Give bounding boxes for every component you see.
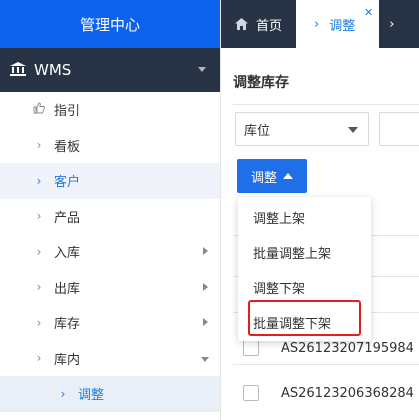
- sidebar-item-dashboard[interactable]: › 看板: [0, 128, 220, 164]
- tab-home[interactable]: 首页: [221, 0, 296, 48]
- chevron-right-icon: ›: [36, 138, 42, 153]
- brand-title: 管理中心: [0, 0, 220, 48]
- menu-item-adjust-put-away[interactable]: 调整上架: [238, 200, 371, 235]
- divider: [233, 104, 419, 105]
- adjust-button[interactable]: 调整: [237, 159, 307, 193]
- sidebar-item-label: 库内: [54, 352, 81, 368]
- location-select[interactable]: 库位: [235, 112, 369, 146]
- sidebar-item-label: 入库: [54, 246, 81, 262]
- row-checkbox[interactable]: [243, 385, 259, 401]
- chevron-down-icon: [348, 127, 358, 133]
- table-cell: AS26123206368284: [281, 385, 414, 401]
- chevron-right-icon: ›: [36, 280, 42, 295]
- sidebar: 管理中心 WMS 指引 › 看板 › 客户 › 产品 › 入库 › 出库 › 库…: [0, 0, 221, 420]
- select-value: 库位: [244, 123, 271, 139]
- main-panel: 调整库存 库位 调整 AS26123207195984 AS2612320636…: [221, 48, 419, 420]
- chevron-down-icon: [198, 67, 206, 72]
- tab-adjust[interactable]: › 调整 ✕: [296, 0, 380, 48]
- table-row[interactable]: AS26123206368284: [233, 375, 419, 411]
- sidebar-item-inventory[interactable]: › 库存: [0, 305, 220, 341]
- search-input[interactable]: [379, 112, 419, 146]
- menu-item-batch-adjust-put-away[interactable]: 批量调整上架: [238, 235, 371, 270]
- sidebar-item-label: 产品: [54, 210, 81, 226]
- table-cell: AS26123207195984: [281, 340, 414, 356]
- sidebar-item-product[interactable]: › 产品: [0, 199, 220, 235]
- module-selector[interactable]: WMS: [0, 48, 220, 92]
- chevron-right-icon: ›: [60, 386, 66, 401]
- sidebar-item-label: 库存: [54, 317, 81, 333]
- tab-bar: 首页 › 调整 ✕ ›: [221, 0, 419, 48]
- chevron-right-icon: ›: [36, 315, 42, 330]
- caret-up-icon: [283, 173, 293, 179]
- sidebar-item-label: 客户: [54, 175, 81, 191]
- sidebar-subitem-adjust[interactable]: › 调整: [0, 376, 220, 412]
- sidebar-item-guide[interactable]: 指引: [0, 92, 220, 128]
- sidebar-item-label: 调整: [78, 388, 105, 404]
- highlight-box: [248, 300, 361, 336]
- tab-overflow[interactable]: ›: [379, 0, 419, 48]
- chevron-right-icon: ›: [36, 173, 42, 188]
- sidebar-item-in-warehouse[interactable]: › 库内: [0, 341, 220, 377]
- sidebar-item-label: 出库: [54, 281, 81, 297]
- expand-arrow-icon: [203, 318, 208, 326]
- collapse-arrow-icon: [201, 356, 209, 362]
- module-label: WMS: [34, 61, 72, 79]
- sidebar-item-outbound[interactable]: › 出库: [0, 270, 220, 306]
- page-title: 调整库存: [233, 75, 289, 91]
- sidebar-item-label: 看板: [54, 139, 81, 155]
- expand-arrow-icon: [203, 282, 208, 291]
- tab-label: 首页: [256, 18, 283, 34]
- thumbs-up-icon: [28, 102, 50, 117]
- home-icon: [235, 18, 248, 30]
- sidebar-item-label: 指引: [54, 104, 81, 120]
- chevron-right-icon: ›: [36, 209, 42, 224]
- adjust-dropdown-menu: 调整上架 批量调整上架 调整下架 批量调整下架: [238, 197, 371, 341]
- chevron-right-icon: ›: [36, 351, 42, 366]
- sidebar-item-inbound[interactable]: › 入库: [0, 234, 220, 270]
- row-checkbox[interactable]: [243, 340, 259, 356]
- chevron-right-icon: ›: [389, 16, 395, 32]
- sidebar-item-customer[interactable]: › 客户: [0, 163, 220, 199]
- app: 管理中心 WMS 指引 › 看板 › 客户 › 产品 › 入库 › 出库 › 库…: [0, 0, 419, 420]
- tab-label: 调整: [329, 18, 356, 34]
- chevron-right-icon: ›: [314, 16, 320, 32]
- close-icon[interactable]: ✕: [364, 6, 373, 19]
- expand-arrow-icon: [203, 247, 208, 255]
- chevron-right-icon: ›: [36, 244, 42, 259]
- adjust-button-label: 调整: [250, 170, 277, 186]
- bank-icon: [10, 62, 28, 78]
